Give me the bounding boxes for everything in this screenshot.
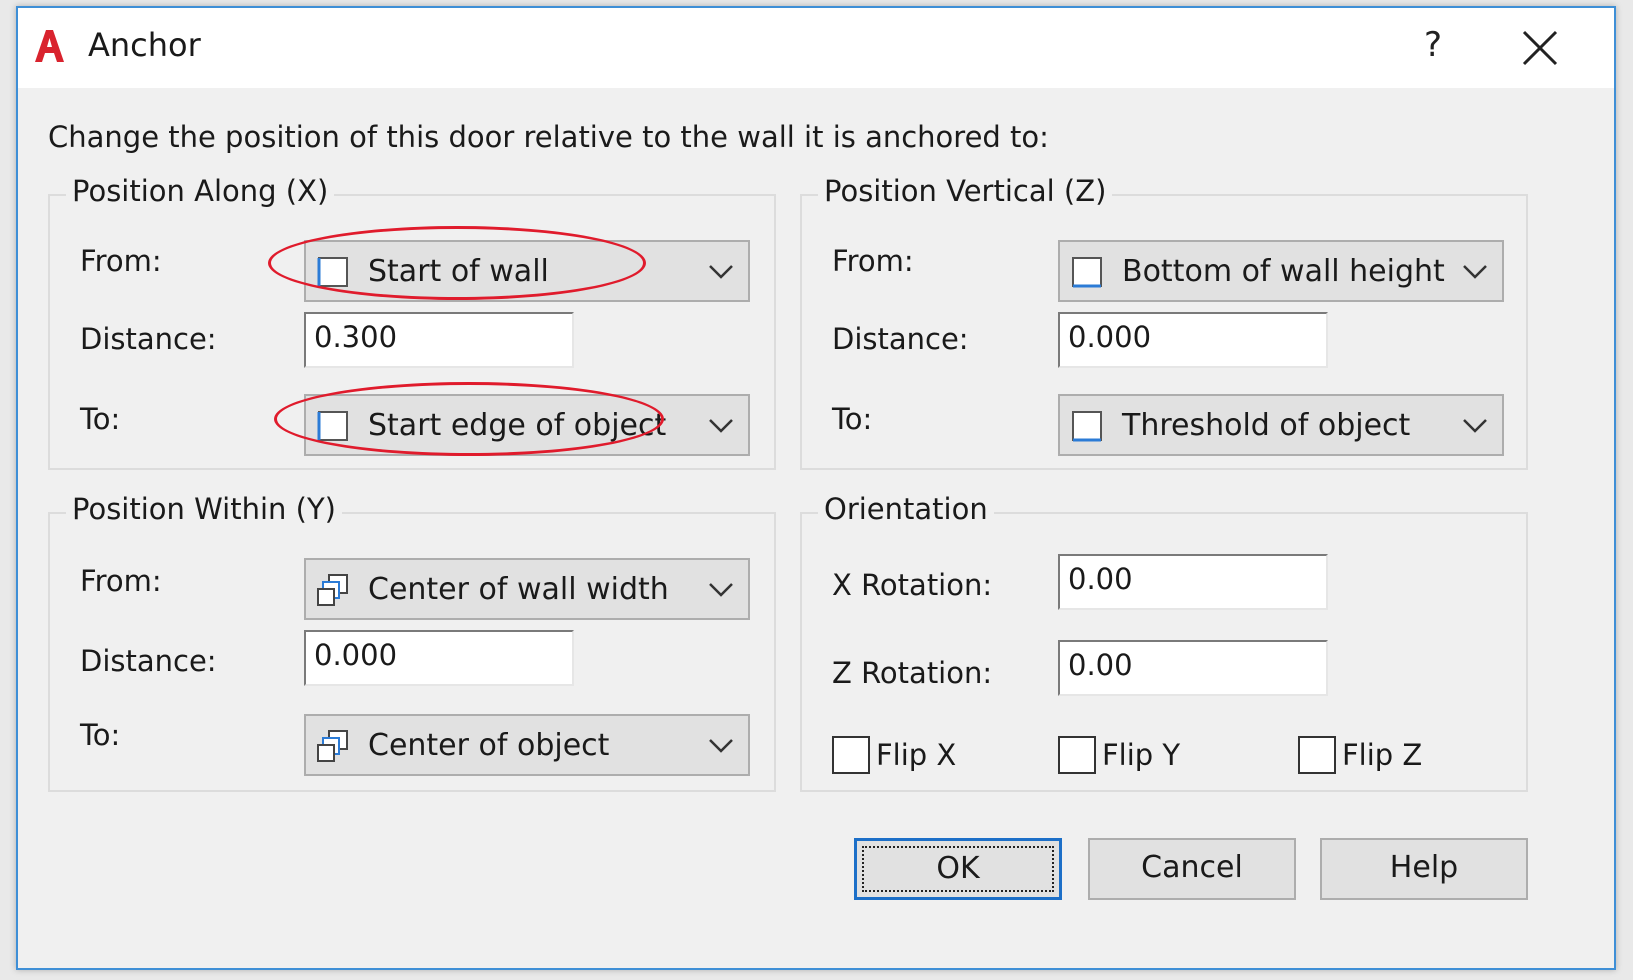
group-legend: Position Along (X) [66,174,335,208]
along-to-dropdown[interactable]: Start edge of object [304,394,750,456]
center-width-icon [317,574,348,606]
from-label: From: [80,564,162,598]
chevron-down-icon [1463,265,1487,279]
chevron-down-icon [709,265,733,279]
flip-x-label[interactable]: Flip X [876,738,956,772]
chevron-down-icon [709,739,733,753]
flip-y-checkbox[interactable] [1058,736,1096,774]
within-distance-input[interactable]: 0.000 [304,630,574,686]
dropdown-value: Bottom of wall height [1122,254,1445,289]
autocad-logo-icon [35,30,64,62]
center-object-icon [317,730,348,762]
group-position-within: Position Within (Y) From: Center of wall… [48,492,776,792]
within-from-dropdown[interactable]: Center of wall width [304,558,750,620]
wall-bottom-icon [1072,257,1102,288]
input-value: 0.300 [314,320,398,354]
z-rotation-input[interactable]: 0.00 [1058,640,1328,696]
ok-button[interactable]: OK [854,838,1062,900]
object-edge-icon [317,411,348,441]
z-rotation-label: Z Rotation: [832,656,993,690]
dropdown-value: Threshold of object [1122,408,1411,443]
title-bar: Anchor ? [18,8,1614,88]
to-label: To: [80,402,121,436]
vertical-distance-input[interactable]: 0.000 [1058,312,1328,368]
chevron-down-icon [709,419,733,433]
threshold-icon [1072,411,1102,442]
group-legend: Orientation [818,492,994,526]
help-question-button[interactable]: ? [1413,22,1453,68]
flip-z-label[interactable]: Flip Z [1342,738,1422,772]
vertical-from-dropdown[interactable]: Bottom of wall height [1058,240,1504,302]
vertical-to-dropdown[interactable]: Threshold of object [1058,394,1504,456]
chevron-down-icon [1463,419,1487,433]
group-legend: Position Vertical (Z) [818,174,1113,208]
anchor-dialog: Anchor ? Change the position of this doo… [16,6,1616,970]
dropdown-value: Start edge of object [368,408,667,443]
wall-point-icon [317,257,348,287]
from-label: From: [832,244,914,278]
x-rotation-input[interactable]: 0.00 [1058,554,1328,610]
dropdown-value: Center of object [368,728,610,763]
group-legend: Position Within (Y) [66,492,342,526]
along-distance-input[interactable]: 0.300 [304,312,574,368]
group-position-along: Position Along (X) From: Start of wall D… [48,174,776,470]
cancel-button[interactable]: Cancel [1088,838,1296,900]
dropdown-value: Center of wall width [368,572,669,607]
focus-rectangle [862,846,1054,892]
input-value: 0.00 [1068,562,1133,596]
distance-label: Distance: [80,322,217,356]
input-value: 0.000 [1068,320,1152,354]
help-button-label: Help [1389,850,1459,885]
distance-label: Distance: [832,322,969,356]
instruction-text: Change the position of this door relativ… [48,120,1049,154]
window-title: Anchor [88,26,201,64]
within-to-dropdown[interactable]: Center of object [304,714,750,776]
cancel-button-label: Cancel [1141,850,1243,885]
input-value: 0.000 [314,638,398,672]
to-label: To: [80,718,121,752]
from-label: From: [80,244,162,278]
dropdown-value: Start of wall [368,254,549,289]
group-orientation: Orientation X Rotation: 0.00 Z Rotation:… [800,492,1528,792]
x-rotation-label: X Rotation: [832,568,993,602]
close-icon[interactable] [1518,26,1562,70]
distance-label: Distance: [80,644,217,678]
group-position-vertical: Position Vertical (Z) From: Bottom of wa… [800,174,1528,470]
flip-x-checkbox[interactable] [832,736,870,774]
help-button[interactable]: Help [1320,838,1528,900]
chevron-down-icon [709,583,733,597]
flip-z-checkbox[interactable] [1298,736,1336,774]
input-value: 0.00 [1068,648,1133,682]
along-from-dropdown[interactable]: Start of wall [304,240,750,302]
flip-y-label[interactable]: Flip Y [1102,738,1180,772]
to-label: To: [832,402,873,436]
